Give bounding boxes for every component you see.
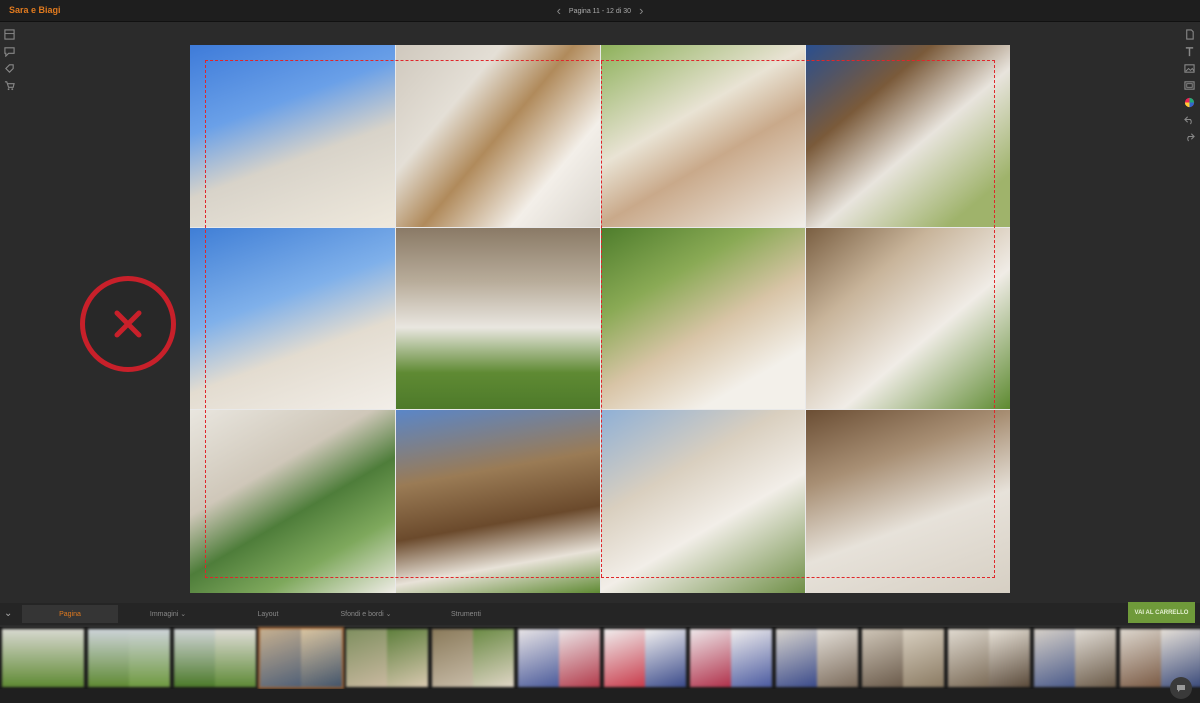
thumbnail-left-page — [862, 629, 903, 687]
tab-layout[interactable]: Layout — [220, 605, 316, 623]
color-palette-icon[interactable] — [1183, 96, 1195, 108]
photo-guests-speech[interactable] — [806, 45, 1010, 227]
tag-icon[interactable] — [3, 62, 15, 74]
thumbnail-right-page — [473, 629, 514, 687]
photo-couple-kiss-garden[interactable] — [601, 45, 805, 227]
thumbnail-right-page — [129, 629, 170, 687]
top-bar: Sara e Biagi ‹ Pagina 11 - 12 di 30 › — [0, 0, 1200, 22]
page-icon[interactable] — [1183, 28, 1195, 40]
app-title: Sara e Biagi — [9, 5, 61, 15]
tab-strumenti[interactable]: Strumenti — [418, 605, 514, 623]
page-thumbnail[interactable] — [862, 629, 944, 687]
cart-icon[interactable] — [3, 79, 15, 91]
page-thumbnail[interactable] — [258, 627, 344, 689]
photo-altar-couple[interactable] — [601, 410, 805, 593]
photo-bride-groom-petals[interactable] — [190, 45, 395, 227]
bottom-tab-bar: ⌄ Pagina Immagini ⌄ Layout Sfondi e bord… — [0, 603, 1200, 625]
photo-bride-smile-closeup[interactable] — [396, 45, 600, 227]
speech-bubble-icon[interactable] — [3, 45, 15, 57]
page-thumbnail[interactable] — [1120, 629, 1200, 687]
page-thumbnail[interactable] — [690, 629, 772, 687]
page-thumbnail[interactable] — [518, 629, 600, 687]
reject-x-icon[interactable] — [80, 276, 176, 372]
thumbnail-left-page — [174, 629, 215, 687]
page-thumbnail[interactable] — [1034, 629, 1116, 687]
thumbnail-left-page — [260, 629, 301, 687]
thumbnail-right-page — [731, 629, 772, 687]
tab-sfondi-e-bordi[interactable]: Sfondi e bordi ⌄ — [318, 605, 414, 623]
photo-toast-sky[interactable] — [190, 228, 395, 409]
thumbnail-left-page — [690, 629, 731, 687]
thumbnail-left-page — [346, 629, 387, 687]
thumbnail-left-page — [1120, 629, 1161, 687]
chevron-right-icon[interactable]: › — [639, 3, 643, 19]
photo-bride-laughing-guests[interactable] — [601, 228, 805, 409]
thumbnail-left-page — [2, 629, 43, 687]
thumbnail-left-page — [1034, 629, 1075, 687]
collapse-chevron-icon[interactable]: ⌄ — [4, 608, 12, 619]
thumbnail-left-page — [88, 629, 129, 687]
redo-icon[interactable] — [1183, 130, 1195, 142]
go-to-cart-button[interactable]: VAI AL CARRELLO — [1128, 602, 1195, 623]
thumbnail-right-page — [301, 629, 342, 687]
frame-icon[interactable] — [1183, 79, 1195, 91]
thumbnail-right-page — [817, 629, 858, 687]
tab-immagini[interactable]: Immagini ⌄ — [120, 605, 216, 623]
thumbnail-right-page — [559, 629, 600, 687]
status-bar — [0, 689, 1200, 703]
thumbnail-right-page — [989, 629, 1030, 687]
thumbnail-right-page — [215, 629, 256, 687]
image-icon[interactable] — [1183, 62, 1195, 74]
chat-help-icon[interactable] — [1170, 677, 1192, 699]
page-thumbnail[interactable] — [948, 629, 1030, 687]
left-toolbar — [3, 28, 17, 91]
thumbnail-right-page — [903, 629, 944, 687]
page-thumbnail[interactable] — [346, 629, 428, 687]
page-thumbnail[interactable] — [88, 629, 170, 687]
thumbnail-left-page — [432, 629, 473, 687]
undo-icon[interactable] — [1183, 113, 1195, 125]
thumbnail-right-page — [387, 629, 428, 687]
album-spread-canvas[interactable] — [190, 45, 1010, 593]
page-thumbnail[interactable] — [174, 629, 256, 687]
photo-bouquet-closeup[interactable] — [190, 410, 395, 593]
thumbnail-left-page — [776, 629, 817, 687]
photo-ceremony-rustic[interactable] — [396, 410, 600, 593]
thumbnail-left-page — [604, 629, 645, 687]
page-thumbnail[interactable] — [432, 629, 514, 687]
tab-pagina[interactable]: Pagina — [22, 605, 118, 623]
thumbnail-left-page — [518, 629, 559, 687]
layout-icon[interactable] — [3, 28, 15, 40]
text-icon[interactable] — [1183, 45, 1195, 57]
page-indicator: Pagina 11 - 12 di 30 — [568, 7, 632, 15]
thumbnail-right-page — [645, 629, 686, 687]
page-thumbnail-strip — [0, 627, 1200, 689]
photo-walking-aisle[interactable] — [396, 228, 600, 409]
photo-procession-guests[interactable] — [806, 410, 1010, 593]
page-thumbnail[interactable] — [604, 629, 686, 687]
right-toolbar — [1183, 28, 1197, 142]
photo-bridesmaids[interactable] — [806, 228, 1010, 409]
thumbnail-left-page — [948, 629, 989, 687]
thumbnail-right-page — [43, 629, 84, 687]
page-thumbnail[interactable] — [2, 629, 84, 687]
chevron-left-icon[interactable]: ‹ — [557, 3, 561, 19]
page-navigator: ‹ Pagina 11 - 12 di 30 › — [550, 3, 650, 19]
thumbnail-right-page — [1075, 629, 1116, 687]
page-thumbnail[interactable] — [776, 629, 858, 687]
